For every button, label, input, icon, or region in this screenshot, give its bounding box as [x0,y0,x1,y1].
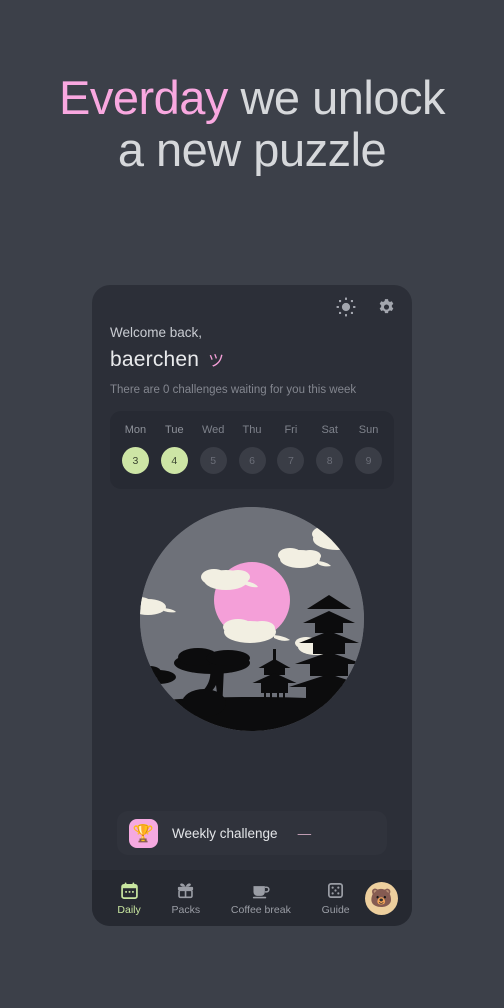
day-cell-mon[interactable]: Mon 3 [116,424,155,474]
day-name: Mon [124,424,147,436]
day-number: 4 [160,447,188,474]
day-name: Tue [165,424,184,436]
gift-icon [176,881,195,901]
day-number: 8 [316,447,344,474]
day-name: Sat [321,424,338,436]
nav-label-daily: Daily [117,903,141,916]
week-strip: Mon 3 Tue 4 Wed 5 Thu 6 Fri 7 Sat 8 Sun 9 [110,411,394,489]
smiley-emoji: ツ [208,353,225,370]
trophy-icon: 🏆 [129,818,158,848]
nav-item-guide[interactable]: Guide [306,881,365,916]
calendar-icon [120,881,139,901]
brightness-icon[interactable] [334,295,358,319]
day-number: 5 [199,447,227,474]
username: baerchen [110,348,200,371]
day-name: Fri [284,424,298,436]
nav-item-packs[interactable]: Packs [156,881,215,916]
day-name: Sun [358,424,379,436]
day-number: 7 [277,447,305,474]
nav-label-coffee-break: Coffee break [230,903,291,916]
day-cell-thu[interactable]: Thu 6 [233,424,272,474]
username-row: baerchen ツ [110,347,394,372]
bear-avatar[interactable]: 🐻 [365,881,399,915]
weekly-challenge-label: Weekly challenge [172,825,278,841]
day-cell-sat[interactable]: Sat 8 [310,424,349,474]
challenge-area: 🏆 Weekly challenge — [92,811,412,870]
dice-icon [326,881,345,901]
nav-item-daily[interactable]: Daily [102,881,156,916]
card-header: Welcome back, baerchen ツ There are 0 cha… [92,285,412,396]
nav-label-guide: Guide [321,903,350,916]
day-number: 9 [355,447,383,474]
day-number: 3 [121,447,149,474]
day-cell-fri[interactable]: Fri 7 [271,424,310,474]
day-name: Wed [201,424,225,436]
day-cell-wed[interactable]: Wed 5 [194,424,233,474]
welcome-text: Welcome back, [110,325,203,340]
day-number: 6 [238,447,266,474]
night-scene-illustration [140,507,364,731]
bottom-navbar: Daily Packs Coffee break Guide 🐻 [92,870,412,926]
weekly-challenge-button[interactable]: 🏆 Weekly challenge — [117,811,387,855]
challenges-subnote: There are 0 challenges waiting for you t… [110,384,357,396]
headline-accent-word: Everday [59,71,228,124]
nav-label-packs: Packs [171,903,201,916]
page-headline: Everday we unlock a new puzzle [50,72,454,176]
weekly-challenge-dash: — [297,825,312,841]
coffee-cup-icon [251,881,270,901]
illustration-area [92,489,412,811]
day-cell-tue[interactable]: Tue 4 [155,424,194,474]
app-card: Welcome back, baerchen ツ There are 0 cha… [92,285,412,926]
day-name: Thu [242,424,262,436]
nav-item-coffee-break[interactable]: Coffee break [216,881,307,916]
header-actions [334,295,398,319]
gear-icon[interactable] [374,295,398,319]
day-cell-sun[interactable]: Sun 9 [349,424,388,474]
